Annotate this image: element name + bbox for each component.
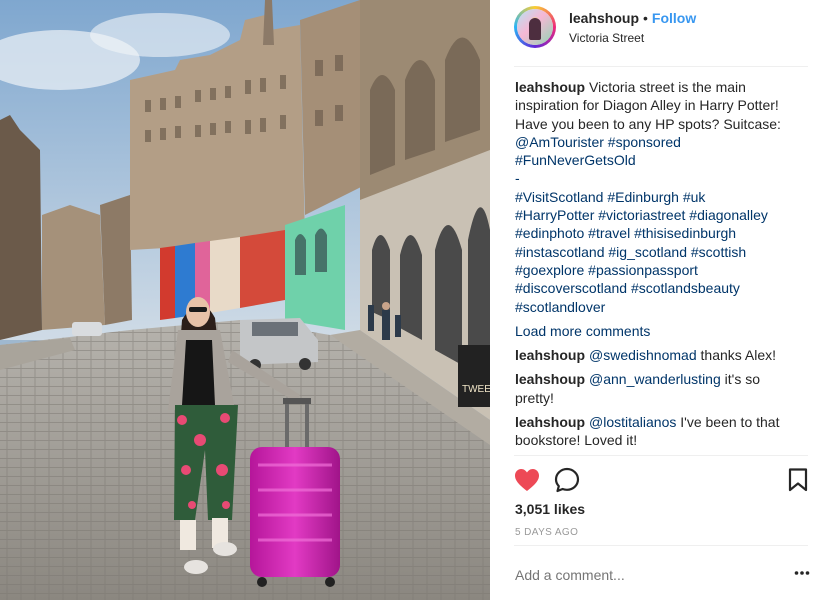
caption-tags[interactable]: #FunNeverGetsOld (515, 151, 805, 169)
comment-username[interactable]: leahshoup (515, 347, 585, 363)
caption-tags[interactable]: #edinphoto #travel #thisisedinburgh (515, 224, 805, 242)
comment-text: bookstore! Loved it! (515, 432, 638, 449)
shop-sign-text: TWEE (462, 384, 490, 395)
comment-mention[interactable]: @swedishnomad (589, 347, 697, 363)
victoria-street-photo: TWEE (0, 0, 490, 600)
bookmark-icon[interactable] (788, 468, 808, 492)
load-more-comments-button[interactable]: Load more comments (515, 322, 805, 340)
username-row: leahshoup • Follow (569, 10, 696, 26)
comment: leahshoup @ann_wanderlusting it's so pret… (515, 370, 805, 407)
comment-text: it's so (720, 371, 761, 388)
comment-username[interactable]: leahshoup (515, 414, 585, 430)
caption-tags[interactable]: #instascotland #ig_scotland #scottish (515, 243, 805, 261)
comment-mention[interactable]: @lostitalianos (589, 414, 676, 430)
comment-username[interactable]: leahshoup (515, 371, 585, 387)
more-icon[interactable] (794, 565, 810, 581)
avatar[interactable] (514, 6, 556, 48)
comment: leahshoup @swedishnomad thanks Alex! (515, 346, 805, 364)
comment-icon[interactable] (554, 467, 580, 493)
red-shopfront (160, 246, 175, 320)
post-photo[interactable]: TWEE (0, 0, 490, 600)
caption-tags[interactable]: @AmTourister #sponsored (515, 133, 805, 151)
follow-button[interactable]: Follow (652, 10, 696, 26)
location-link[interactable]: Victoria Street (569, 31, 644, 45)
actions-divider (514, 455, 808, 456)
post-header: leahshoup • Follow Victoria Street (490, 0, 816, 66)
likes-count[interactable]: 3,051 likes (515, 501, 585, 517)
header-username[interactable]: leahshoup (569, 10, 639, 26)
add-comment-divider (514, 545, 808, 546)
comment-text: thanks Alex! (696, 347, 777, 364)
shop-sign: TWEE (458, 345, 490, 407)
post-timestamp[interactable]: 5 DAYS AGO (515, 527, 578, 538)
caption: leahshoup Victoria street is the main ins… (515, 78, 805, 316)
caption-text: Victoria street is the main (589, 79, 746, 95)
comment-text: I've been to that (676, 414, 780, 431)
comments-list: leahshoup Victoria street is the main ins… (515, 78, 805, 456)
action-bar (514, 466, 810, 494)
comment-mention[interactable]: @ann_wanderlusting (589, 371, 721, 387)
comment-text: pretty! (515, 389, 554, 406)
caption-username[interactable]: leahshoup (515, 79, 585, 95)
caption-tags[interactable]: #VisitScotland #Edinburgh #uk (515, 188, 805, 206)
caption-tags[interactable]: #HarryPotter #victoriastreet #diagonalle… (515, 206, 805, 224)
add-comment-input[interactable] (515, 567, 765, 583)
header-divider (514, 66, 808, 67)
caption-text: inspiration for Diagon Alley in Harry Po… (515, 97, 779, 114)
comment: leahshoup @lostitalianos I've been to tha… (515, 413, 805, 450)
post-side-panel: leahshoup • Follow Victoria Street leahsho… (490, 0, 816, 600)
separator-dot: • (643, 10, 648, 26)
caption-tags[interactable]: #goexplore #passionpassport (515, 261, 805, 279)
left-building (0, 115, 42, 340)
caption-tags[interactable]: #discoverscotland #scotlandsbeauty (515, 279, 805, 297)
caption-tags[interactable]: #scotlandlover (515, 298, 805, 316)
heart-icon[interactable] (514, 468, 540, 492)
caption-text: Have you been to any HP spots? Suitcase: (515, 115, 781, 132)
caption-text: - (515, 170, 520, 187)
